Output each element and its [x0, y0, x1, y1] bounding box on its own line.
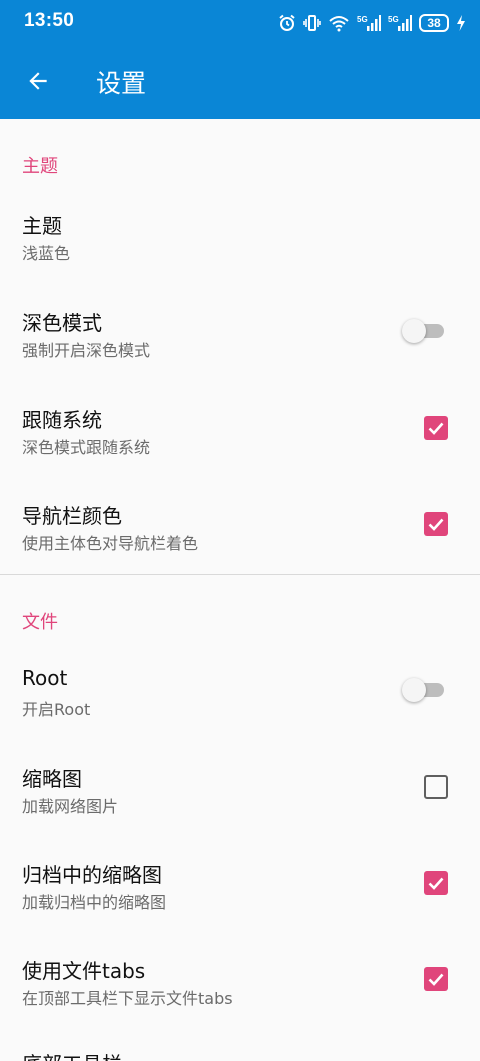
- checkmark-icon: [428, 973, 444, 986]
- setting-subtitle: 强制开启深色模式: [22, 341, 151, 360]
- thumbnails-checkbox[interactable]: [424, 775, 448, 799]
- setting-subtitle: 加载归档中的缩略图: [22, 893, 167, 912]
- setting-title: 跟随系统: [22, 408, 102, 432]
- svg-text:5G: 5G: [357, 15, 368, 24]
- switch-thumb: [402, 678, 426, 702]
- svg-text:5G: 5G: [388, 15, 399, 24]
- battery-level: 38: [427, 16, 441, 30]
- setting-subtitle: 在顶部工具栏下显示文件tabs: [22, 989, 233, 1008]
- setting-thumbnails[interactable]: 缩略图 加载网络图片: [0, 751, 480, 847]
- setting-title: 底部工具栏: [22, 1048, 122, 1061]
- setting-subtitle: 浅蓝色: [22, 244, 71, 263]
- setting-archive-thumbnails[interactable]: 归档中的缩略图 加载归档中的缩略图: [0, 847, 480, 943]
- setting-root[interactable]: Root 开启Root: [0, 654, 480, 750]
- root-switch[interactable]: [402, 678, 444, 702]
- section-divider: [0, 574, 480, 575]
- vibrate-icon: [303, 15, 321, 31]
- setting-title: 深色模式: [22, 311, 102, 335]
- setting-theme[interactable]: 主题 浅蓝色: [0, 198, 480, 294]
- setting-dark-mode[interactable]: 深色模式 强制开启深色模式: [0, 295, 480, 391]
- setting-title: 归档中的缩略图: [22, 863, 162, 887]
- setting-subtitle: 开启Root: [22, 700, 91, 719]
- section-header-theme: 主题: [22, 156, 58, 177]
- setting-title: 导航栏颜色: [22, 504, 122, 528]
- signal-5g-icon: 5G: [388, 15, 412, 31]
- page-title: 设置: [96, 69, 147, 98]
- setting-file-tabs[interactable]: 使用文件tabs 在顶部工具栏下显示文件tabs: [0, 943, 480, 1039]
- checkmark-icon: [428, 877, 444, 890]
- checkmark-icon: [428, 518, 444, 531]
- navbar-color-checkbox[interactable]: [424, 512, 448, 536]
- dark-mode-switch[interactable]: [402, 319, 444, 343]
- setting-title: 使用文件tabs: [22, 959, 146, 983]
- setting-subtitle: 深色模式跟随系统: [22, 438, 151, 457]
- setting-title: 缩略图: [22, 767, 82, 791]
- setting-navbar-color[interactable]: 导航栏颜色 使用主体色对导航栏着色: [0, 488, 480, 584]
- alarm-icon: [279, 14, 295, 31]
- wifi-icon: [329, 16, 349, 32]
- app-bar: 设置: [0, 44, 480, 119]
- file-tabs-checkbox[interactable]: [424, 967, 448, 991]
- signal-5g-icon: 5G: [357, 15, 381, 31]
- setting-subtitle: 加载网络图片: [22, 797, 119, 816]
- status-bar: 13:50 5G 5G 38: [0, 0, 480, 44]
- status-time: 13:50: [24, 10, 75, 31]
- arrow-left-icon: [29, 72, 47, 90]
- setting-bottom-toolbar[interactable]: 底部工具栏: [0, 1040, 480, 1061]
- battery-icon: 38: [419, 14, 449, 32]
- status-icons: 5G 5G 38: [278, 12, 466, 34]
- follow-system-checkbox[interactable]: [424, 416, 448, 440]
- setting-subtitle: 使用主体色对导航栏着色: [22, 534, 199, 553]
- section-header-files: 文件: [22, 612, 58, 633]
- back-button[interactable]: [16, 59, 60, 103]
- setting-title: Root: [22, 666, 68, 690]
- setting-title: 主题: [22, 214, 62, 238]
- archive-thumbnails-checkbox[interactable]: [424, 871, 448, 895]
- setting-follow-system[interactable]: 跟随系统 深色模式跟随系统: [0, 392, 480, 488]
- checkmark-icon: [428, 422, 444, 435]
- charging-icon: [457, 15, 465, 31]
- switch-thumb: [402, 319, 426, 343]
